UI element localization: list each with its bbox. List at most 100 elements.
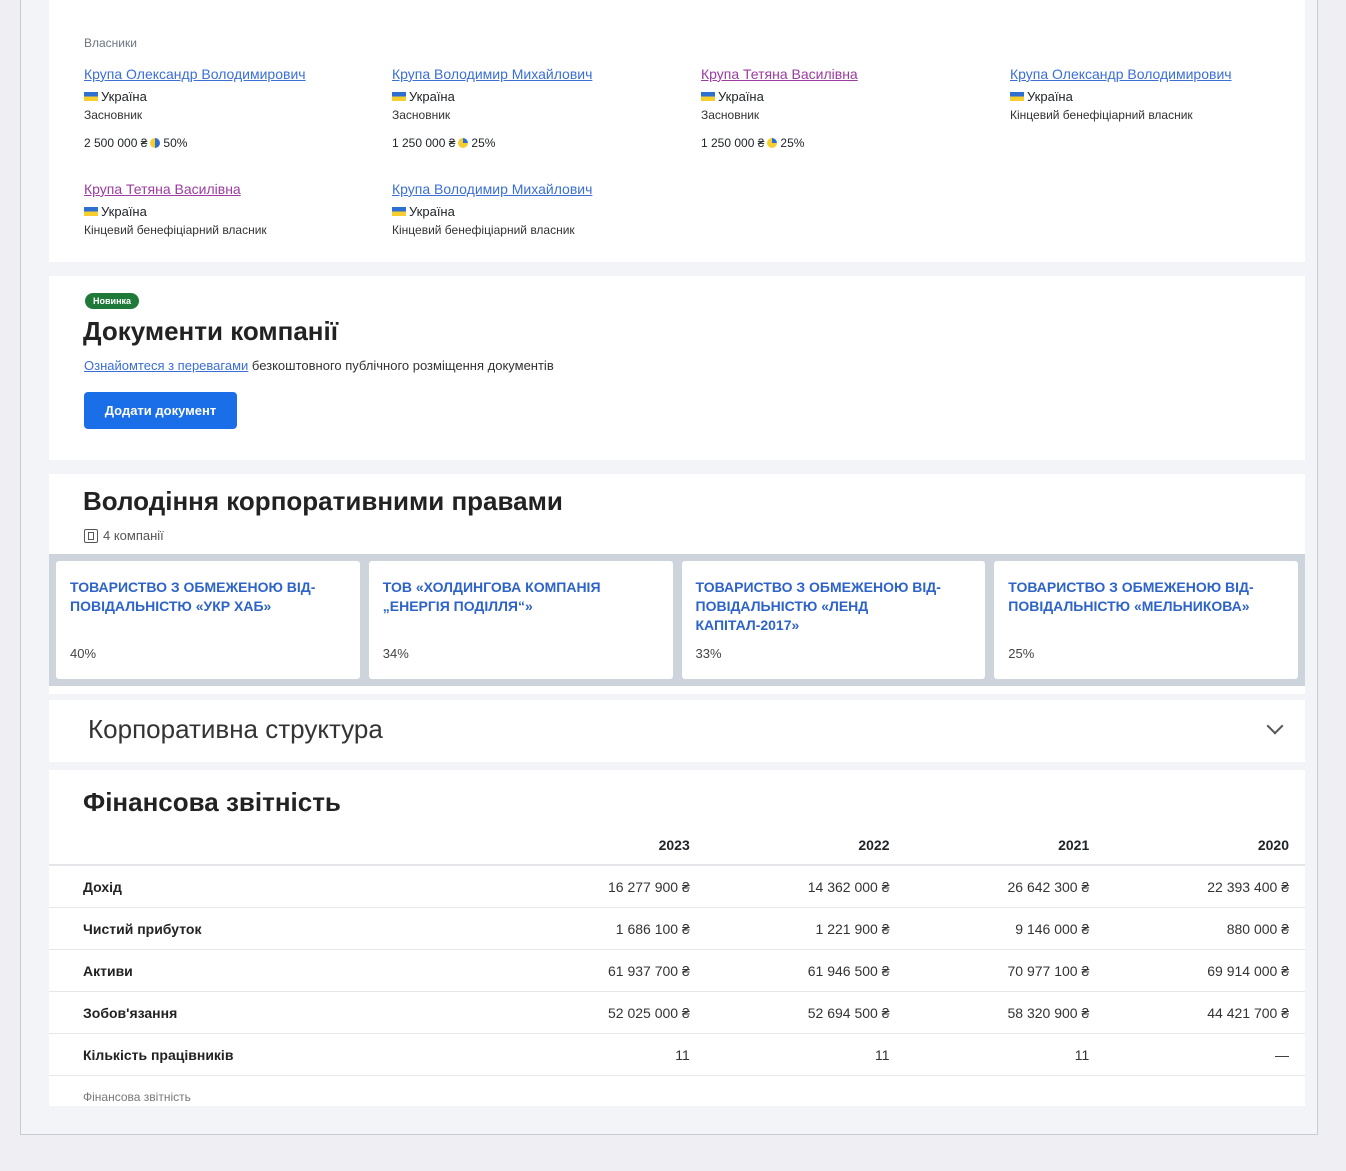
owner-country: Україна	[718, 89, 764, 104]
company-name-link[interactable]: Товариство з обмеженою від­повідальністю…	[696, 578, 972, 635]
owner-role: Засновник	[392, 108, 451, 122]
year-header: 2022	[705, 826, 906, 866]
company-tile[interactable]: Товариство з обмеженою від­повідальністю…	[56, 561, 360, 679]
documents-subtitle: Ознайомтеся з перевагами безкоштовного п…	[84, 358, 554, 373]
table-row: Дохід 16 277 900 ₴ 14 362 000 ₴ 26 642 3…	[49, 865, 1305, 908]
owner-name-link[interactable]: Крупа Володимир Михайлович	[392, 67, 592, 81]
table-row: Активи 61 937 700 ₴ 61 946 500 ₴ 70 977 …	[49, 949, 1305, 992]
company-tile[interactable]: Товариство з обмеженою від­повідальністю…	[994, 561, 1298, 679]
ukraine-flag-icon	[701, 92, 715, 101]
documents-title: Документи компанії	[83, 316, 339, 346]
year-header: 2021	[905, 826, 1106, 866]
owner-role: Засновник	[84, 108, 143, 122]
table-cell: 880 000 ₴	[1105, 907, 1305, 950]
financials-table: 2023 2022 2021 2020 Дохід 16 277 900 ₴ 1…	[49, 826, 1305, 1117]
owner-card: Крупа Олександр Володимирович Україна Кі…	[1010, 67, 1232, 121]
company-tile[interactable]: ТОВ «ХОЛДИНГОВА КОМПАНІЯ „ЕНЕРГІЯ ПОДІЛЛ…	[368, 561, 673, 679]
companies-count-text: 4 компанії	[103, 528, 164, 543]
companies-count: 4 компанії	[84, 528, 164, 543]
table-header-empty	[49, 826, 506, 866]
corporate-rights-section: Володіння корпоративними правами 4 компа…	[49, 474, 1305, 694]
table-cell: 52 025 000 ₴	[506, 991, 706, 1034]
owner-share-percent: 25%	[780, 136, 805, 150]
table-cell: 44 421 700 ₴	[1105, 991, 1305, 1034]
owner-name-link[interactable]: Крупа Олександр Володимирович	[84, 67, 306, 81]
table-cell: 58 320 900 ₴	[905, 991, 1106, 1034]
table-cell: 11	[506, 1033, 706, 1076]
owner-share-percent: 25%	[471, 136, 496, 150]
pie-chart-icon	[458, 138, 469, 148]
company-share-percent: 40%	[70, 646, 97, 661]
ukraine-flag-icon	[84, 92, 98, 101]
owner-name-link[interactable]: Крупа Тетяна Василівна	[84, 182, 267, 196]
owners-label: Власники	[84, 36, 137, 50]
table-cell: 11	[905, 1033, 1106, 1076]
table-cell: 1 686 100 ₴	[506, 907, 706, 950]
owner-name-link[interactable]: Крупа Олександр Володимирович	[1010, 67, 1232, 81]
documents-subtitle-text: безкоштовного публічного розміщення доку…	[248, 358, 554, 373]
owner-card: Крупа Тетяна Василівна Україна Засновник…	[701, 67, 858, 149]
company-share-percent: 34%	[382, 646, 409, 661]
year-header: 2023	[506, 826, 706, 866]
row-label: Кількість працівників	[49, 1033, 506, 1076]
ukraine-flag-icon	[84, 207, 98, 216]
table-cell: 9 146 000 ₴	[905, 907, 1106, 950]
owner-name-link[interactable]: Крупа Володимир Михайлович	[392, 182, 592, 196]
ukraine-flag-icon	[1010, 92, 1024, 101]
benefits-link[interactable]: Ознайомтеся з перевагами	[84, 358, 248, 373]
corporate-structure-accordion[interactable]: Корпоративна структура	[49, 700, 1305, 762]
table-cell: —	[1105, 1033, 1305, 1076]
page-frame: Власники Крупа Олександр Володимирович У…	[20, 0, 1318, 1135]
table-cell: 16 277 900 ₴	[506, 865, 706, 908]
owner-card: Крупа Володимир Михайлович Україна Засно…	[392, 67, 592, 149]
table-row: Чистий прибуток 1 686 100 ₴ 1 221 900 ₴ …	[49, 907, 1305, 950]
building-icon	[84, 528, 98, 543]
owner-card: Крупа Тетяна Василівна Україна Кінцевий …	[84, 182, 267, 236]
owner-country: Україна	[101, 89, 147, 104]
company-name-link[interactable]: Товариство з обмеженою від­повідальністю…	[1008, 578, 1284, 616]
table-cell: 14 362 000 ₴	[705, 865, 906, 908]
row-label: Дохід	[49, 865, 506, 908]
owner-role: Засновник	[701, 108, 760, 122]
owner-card: Крупа Олександр Володимирович Україна За…	[84, 67, 306, 149]
table-cell: 1 221 900 ₴	[705, 907, 906, 950]
pie-chart-icon	[150, 138, 161, 148]
chevron-down-icon[interactable]	[1266, 717, 1284, 735]
owner-name-link[interactable]: Крупа Тетяна Василівна	[701, 67, 858, 81]
table-cell: 11	[705, 1033, 906, 1076]
company-name-link[interactable]: Товариство з обмеженою від­повідальністю…	[70, 578, 346, 616]
owners-section: Власники Крупа Олександр Володимирович У…	[49, 0, 1305, 262]
table-cell: 70 977 100 ₴	[905, 949, 1106, 992]
table-cell: 52 694 500 ₴	[705, 991, 906, 1034]
company-tile[interactable]: Товариство з обмеженою від­повідальністю…	[681, 561, 986, 679]
companies-grid: Товариство з обмеженою від­повідальністю…	[49, 554, 1305, 686]
financials-section: Фінансова звітність 2023 2022 2021 2020 …	[49, 770, 1305, 1106]
owner-country: Україна	[409, 89, 455, 104]
financials-title: Фінансова звітність	[83, 787, 341, 817]
table-cell: 69 914 000 ₴	[1105, 949, 1305, 992]
owner-country: Україна	[409, 204, 455, 219]
add-document-button[interactable]: Додати документ	[84, 392, 237, 429]
row-label: Зобов'язання	[49, 991, 506, 1034]
table-cell: 61 937 700 ₴	[506, 949, 706, 992]
owner-country: Україна	[101, 204, 147, 219]
corporate-rights-title: Володіння корпоративними правами	[83, 486, 563, 516]
table-row: Кількість працівників 11 11 11 —	[49, 1033, 1305, 1076]
owner-share-percent: 50%	[163, 136, 188, 150]
ukraine-flag-icon	[392, 92, 406, 101]
table-note-row: Фінансова звітність	[49, 1076, 1305, 1118]
company-share-percent: 33%	[695, 646, 722, 661]
row-label: Чистий прибуток	[49, 907, 506, 950]
table-cell: 22 393 400 ₴	[1105, 865, 1305, 908]
owner-role: Кінцевий бенефіціарний власник	[84, 223, 267, 237]
company-share-percent: 25%	[1008, 646, 1035, 661]
ukraine-flag-icon	[392, 207, 406, 216]
owner-share-amount: 1 250 000 ₴	[392, 136, 456, 150]
owner-share-amount: 2 500 000 ₴	[84, 136, 148, 150]
owner-role: Кінцевий бенефіціарний власник	[1010, 108, 1193, 122]
owner-country: Україна	[1027, 89, 1073, 104]
corporate-structure-title: Корпоративна структура	[88, 714, 383, 744]
row-label: Активи	[49, 949, 506, 992]
table-cell: 61 946 500 ₴	[705, 949, 906, 992]
company-name-link[interactable]: ТОВ «ХОЛДИНГОВА КОМПАНІЯ „ЕНЕРГІЯ ПОДІЛЛ…	[383, 578, 659, 616]
